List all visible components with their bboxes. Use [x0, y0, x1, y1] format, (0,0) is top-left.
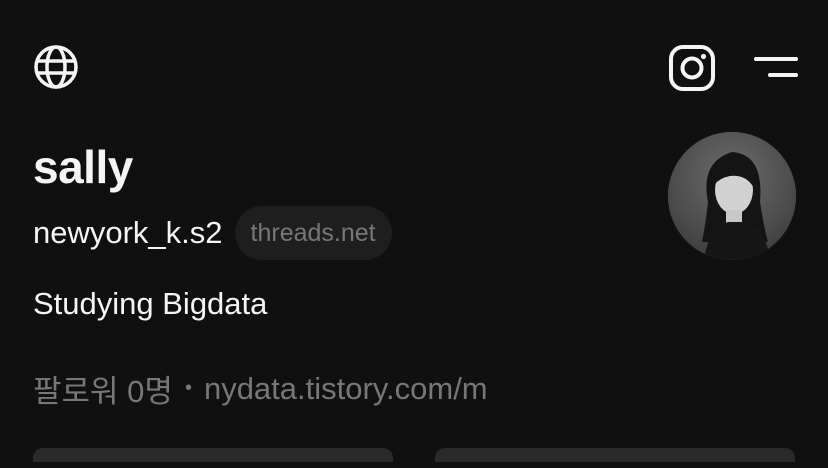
menu-icon[interactable]: [754, 52, 798, 82]
profile-link[interactable]: nydata.tistory.com/m: [204, 371, 488, 407]
followers-count[interactable]: 팔로워 0명: [33, 366, 173, 411]
threads-domain-chip[interactable]: threads.net: [234, 206, 392, 260]
profile-meta-row: 팔로워 0명 • nydata.tistory.com/m: [33, 366, 488, 411]
profile-bio: Studying Bigdata: [33, 286, 268, 321]
handle-row: newyork_k.s2 threads.net: [33, 205, 392, 261]
top-bar: [0, 0, 828, 130]
globe-icon[interactable]: [33, 44, 79, 90]
tab-left[interactable]: [33, 448, 393, 462]
avatar[interactable]: [668, 132, 796, 260]
tab-right[interactable]: [435, 448, 795, 462]
profile-handle: newyork_k.s2: [33, 215, 223, 250]
separator-dot: •: [184, 377, 192, 399]
tab-bar-hint: [33, 448, 795, 468]
profile-name: sally: [33, 141, 133, 193]
instagram-icon[interactable]: [668, 44, 716, 92]
